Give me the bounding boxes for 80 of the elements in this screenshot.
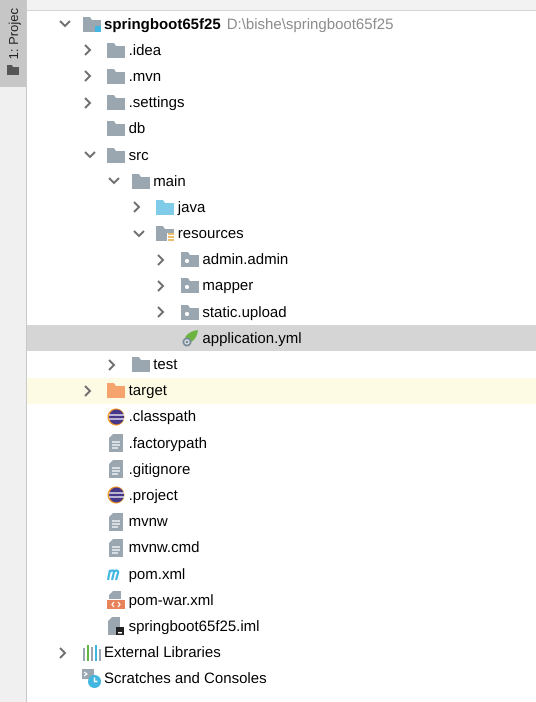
item-label: application.yml [202,330,302,347]
tree-item[interactable]: java [27,194,536,220]
library-bars-icon [82,644,100,661]
tree-item[interactable]: pom.xml [27,560,536,588]
tree-item[interactable]: .mvn [27,63,536,90]
item-label: target [128,382,167,400]
module-file-icon [108,617,124,636]
folder-icon [107,95,126,110]
item-label: Scratches and Consoles [104,670,267,688]
folder-icon [107,121,126,136]
item-label: springboot65f25 [104,16,221,33]
item-label: java [178,198,206,216]
tree-item[interactable]: db [27,116,536,142]
item-label: .gitignore [128,460,190,478]
item-label: External Libraries [104,644,221,662]
tree-item[interactable]: mvnw [27,508,536,535]
item-label: .project [128,486,178,504]
eclipse-icon [107,486,126,504]
folder-icon [132,357,150,372]
tree-item[interactable]: .factorypath [27,430,536,456]
text-file-icon [109,538,124,557]
module-path: D:\bishe\springboot65f25 [226,16,394,33]
eclipse-icon [107,408,126,426]
tree-item[interactable]: static.upload [27,299,536,326]
tree-item[interactable]: target [27,378,536,404]
xml-file-icon [107,591,126,610]
tree-item[interactable]: resources [27,220,536,247]
tree-item[interactable]: main [27,168,536,194]
leaf-gear-icon [180,329,199,348]
item-label: db [128,120,146,138]
folder-icon [107,148,126,163]
tree-item[interactable]: Scratches and Consoles [27,666,536,692]
item-label: pom-war.xml [128,592,214,609]
tree-item[interactable]: .project [27,482,536,509]
tree-item[interactable]: mapper [27,272,536,300]
tree-item[interactable]: .settings [27,90,536,116]
folder-icon [82,16,100,32]
folder-icon [107,42,126,58]
tree-item[interactable]: .classpath [27,404,536,430]
item-label: admin.admin [202,251,288,268]
item-label: .idea [128,42,162,59]
tree-item[interactable]: .gitignore [27,456,536,482]
tree-item[interactable]: mvnw.cmd [27,534,536,561]
resources-folder-icon [156,226,174,242]
item-label: .classpath [128,408,196,426]
folder-icon [7,65,19,75]
folder-icon [156,200,174,215]
tree-item[interactable]: springboot65f25.iml [27,613,536,640]
tree-item[interactable]: src [27,142,536,168]
tree-item[interactable]: springboot65f25 D:\bishe\springboot65f25 [27,11,536,38]
tree-item[interactable]: application.yml [27,325,536,352]
text-file-icon [109,512,124,531]
package-folder-icon [180,278,199,294]
item-label: .factorypath [128,434,207,452]
item-label: pom.xml [128,566,186,583]
tree-item[interactable]: test [27,351,536,378]
package-folder-icon [180,304,199,320]
item-label: mapper [202,277,254,294]
scratch-clock-icon [82,669,101,688]
folder-icon [107,68,126,84]
tree-item[interactable]: pom-war.xml [27,587,536,614]
tree-item[interactable]: admin.admin [27,246,536,273]
tree-item[interactable]: .idea [27,37,536,64]
package-folder-icon [180,252,199,268]
folder-icon [107,383,126,398]
item-label: springboot65f25.iml [128,618,260,635]
item-label: main [153,172,186,190]
text-file-icon [109,460,124,478]
item-label: src [128,146,149,164]
item-label: test [153,356,178,374]
item-label: static.upload [202,304,287,321]
item-label: resources [178,225,244,242]
item-label: mvnw.cmd [128,539,200,556]
item-label: .settings [128,94,184,112]
text-file-icon [109,434,124,452]
folder-icon [132,174,150,189]
item-label: mvnw [128,513,168,530]
project-tool-tab[interactable]: 1: Projec [0,0,26,87]
item-label: .mvn [128,68,162,85]
tree-item[interactable]: External Libraries [27,640,536,666]
